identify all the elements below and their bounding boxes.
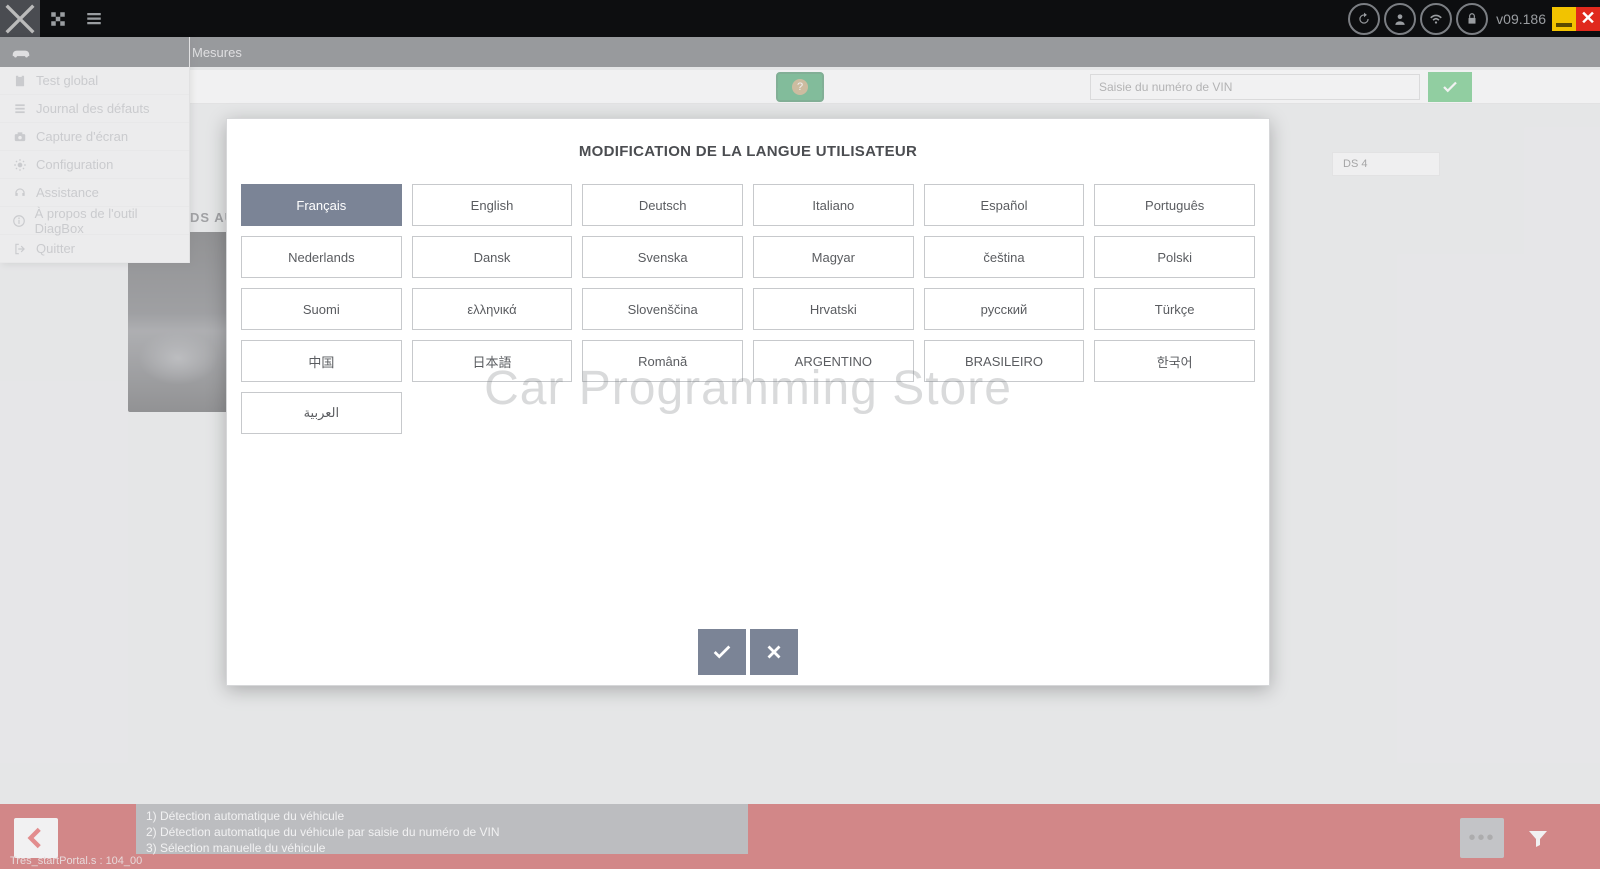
language-modal: MODIFICATION DE LA LANGUE UTILISATEUR Fr… [226,118,1270,686]
language-option[interactable]: Polski [1094,236,1255,278]
language-option[interactable]: Français [241,184,402,226]
language-option[interactable]: Slovenščina [582,288,743,330]
grid-view-button[interactable] [40,0,76,37]
language-option[interactable]: العربية [241,392,402,434]
language-option[interactable]: Română [582,340,743,382]
app-logo [0,0,40,37]
info-icon [10,214,29,228]
car-icon [10,44,32,60]
language-option[interactable]: 한국어 [1094,340,1255,382]
breadcrumb-bar: Mesures [0,37,1600,67]
exit-icon [10,242,30,256]
language-grid: FrançaisEnglishDeutschItalianoEspañolPor… [227,178,1269,440]
language-option[interactable]: Español [924,184,1085,226]
sidebar: Test global Journal des défauts Capture … [0,37,190,263]
sidebar-item-quit[interactable]: Quitter [0,235,189,263]
headset-icon [10,186,30,200]
list-icon [10,102,30,116]
language-option[interactable]: Português [1094,184,1255,226]
modal-cancel-button[interactable] [750,629,798,675]
language-option[interactable]: Svenska [582,236,743,278]
wifi-icon[interactable] [1420,3,1452,35]
hint-line-3: 3) Sélection manuelle du véhicule [146,840,738,856]
sidebar-item-capture[interactable]: Capture d'écran [0,123,189,151]
vin-bar: ? [0,70,1600,104]
modal-title: MODIFICATION DE LA LANGUE UTILISATEUR [227,119,1269,178]
sync-icon[interactable] [1348,3,1380,35]
language-option[interactable]: Nederlands [241,236,402,278]
minimize-button[interactable] [1552,7,1576,31]
language-option[interactable]: Suomi [241,288,402,330]
sidebar-item-label: À propos de l'outil DiagBox [35,206,179,236]
language-option[interactable]: Italiano [753,184,914,226]
sidebar-item-assistance[interactable]: Assistance [0,179,189,207]
breadcrumb-label: Mesures [192,45,242,60]
language-option[interactable]: Hrvatski [753,288,914,330]
sidebar-item-test-global[interactable]: Test global [0,67,189,95]
hint-box: 1) Détection automatique du véhicule 2) … [136,804,748,854]
language-option[interactable]: ARGENTINO [753,340,914,382]
language-option[interactable]: русский [924,288,1085,330]
status-badge: ? [776,72,824,102]
model-tab[interactable]: DS 4 [1332,152,1440,176]
version-label: v09.186 [1496,11,1546,27]
language-option[interactable]: 日本語 [412,340,573,382]
language-option[interactable]: English [412,184,573,226]
user-icon[interactable] [1384,3,1416,35]
language-option[interactable]: Türkçe [1094,288,1255,330]
gear-icon [10,158,30,172]
vin-confirm-button[interactable] [1428,72,1472,102]
topbar: v09.186 ✕ [0,0,1600,37]
sidebar-item-label: Capture d'écran [36,129,128,144]
bottom-bar: 1) Détection automatique du véhicule 2) … [0,804,1600,869]
close-button[interactable]: ✕ [1576,7,1600,31]
language-option[interactable]: BRASILEIRO [924,340,1085,382]
filter-button[interactable] [1516,818,1560,858]
camera-icon [10,130,30,144]
language-option[interactable]: Magyar [753,236,914,278]
vin-input[interactable] [1090,74,1420,100]
back-button[interactable] [14,818,58,858]
lock-icon[interactable] [1456,3,1488,35]
hint-line-1: 1) Détection automatique du véhicule [146,808,738,824]
modal-confirm-button[interactable] [698,629,746,675]
status-text: Tres_startPortal.s : 104_00 [10,855,142,867]
language-option[interactable]: 中国 [241,340,402,382]
sidebar-item-label: Test global [36,73,98,88]
sidebar-item-label: Quitter [36,241,75,256]
clipboard-icon [10,74,30,88]
language-option[interactable]: Dansk [412,236,573,278]
sidebar-item-journal[interactable]: Journal des défauts [0,95,189,123]
sidebar-item-about[interactable]: À propos de l'outil DiagBox [0,207,189,235]
language-option[interactable]: ελληνικά [412,288,573,330]
hint-line-2: 2) Détection automatique du véhicule par… [146,824,738,840]
sidebar-item-label: Assistance [36,185,99,200]
language-option[interactable]: Deutsch [582,184,743,226]
sidebar-item-label: Journal des défauts [36,101,149,116]
sidebar-item-configuration[interactable]: Configuration [0,151,189,179]
sidebar-item-label: Configuration [36,157,113,172]
language-option[interactable]: čeština [924,236,1085,278]
more-button[interactable]: ••• [1460,818,1504,858]
list-view-button[interactable] [76,0,112,37]
sidebar-header [0,37,189,67]
